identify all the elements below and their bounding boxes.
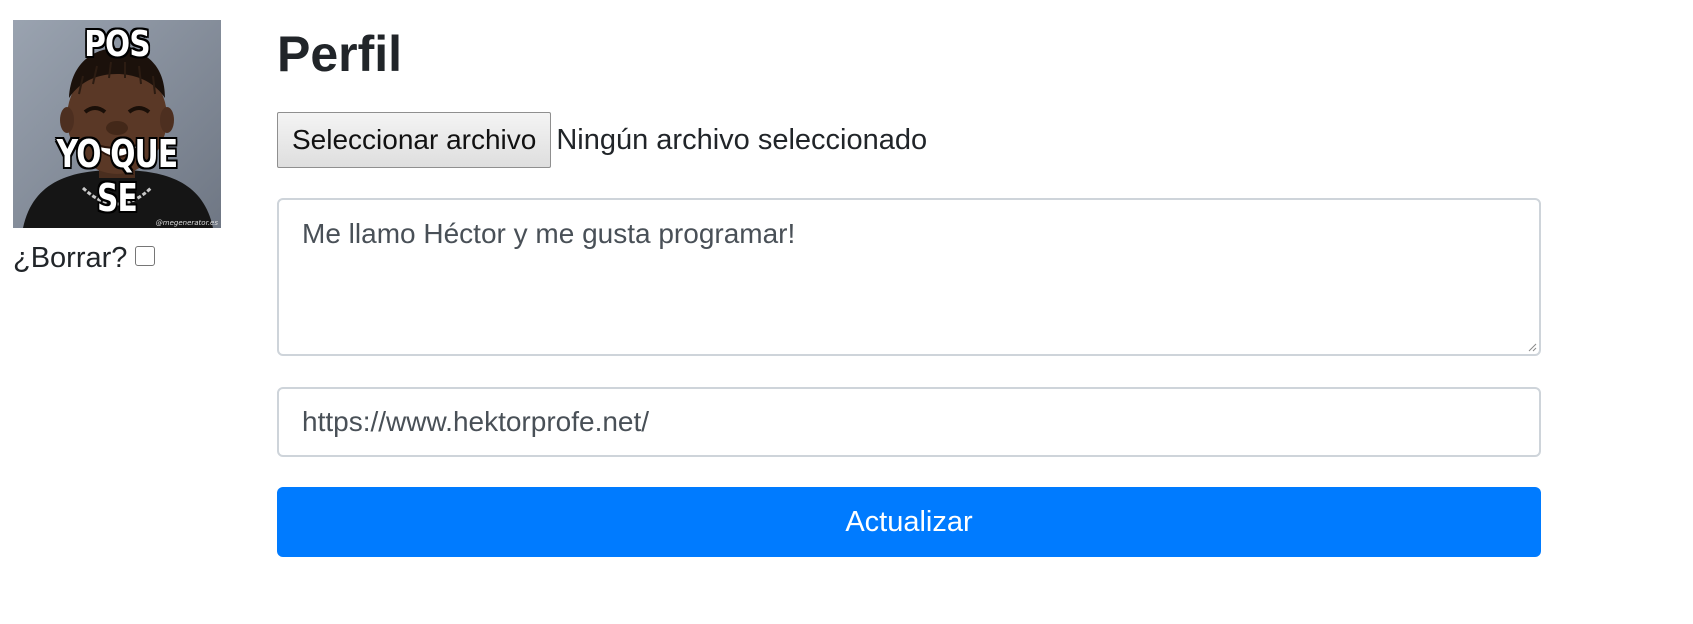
bio-text: Me llamo Héctor y me gusta programar! bbox=[302, 218, 796, 249]
bio-textarea[interactable]: Me llamo Héctor y me gusta programar! bbox=[277, 198, 1541, 356]
delete-avatar-label: ¿Borrar? bbox=[13, 242, 128, 274]
avatar-file-input: Seleccionar archivo Ningún archivo selec… bbox=[277, 112, 1541, 168]
update-button[interactable]: Actualizar bbox=[277, 487, 1541, 557]
meme-top-caption: POS bbox=[84, 24, 150, 65]
meme-bottom-caption: YO QUE SE bbox=[56, 132, 179, 220]
page-title: Perfil bbox=[277, 26, 403, 82]
file-status-text: Ningún archivo seleccionado bbox=[556, 123, 928, 156]
delete-avatar-checkbox[interactable] bbox=[135, 245, 156, 266]
delete-avatar-row: ¿Borrar? bbox=[13, 242, 223, 275]
resize-grip-icon[interactable] bbox=[1527, 342, 1537, 352]
profile-page: POS YO QUE SE @megenerator.es ¿Borrar? P… bbox=[0, 0, 1693, 624]
avatar-column: POS YO QUE SE @megenerator.es ¿Borrar? bbox=[13, 20, 223, 275]
website-input[interactable]: https://www.hektorprofe.net/ bbox=[277, 387, 1541, 457]
website-value: https://www.hektorprofe.net/ bbox=[302, 406, 650, 437]
profile-form: Perfil Seleccionar archivo Ningún archiv… bbox=[277, 22, 1541, 557]
meme-watermark: @megenerator.es bbox=[155, 219, 218, 227]
avatar-image: POS YO QUE SE @megenerator.es bbox=[13, 20, 221, 228]
select-file-button[interactable]: Seleccionar archivo bbox=[277, 112, 552, 168]
